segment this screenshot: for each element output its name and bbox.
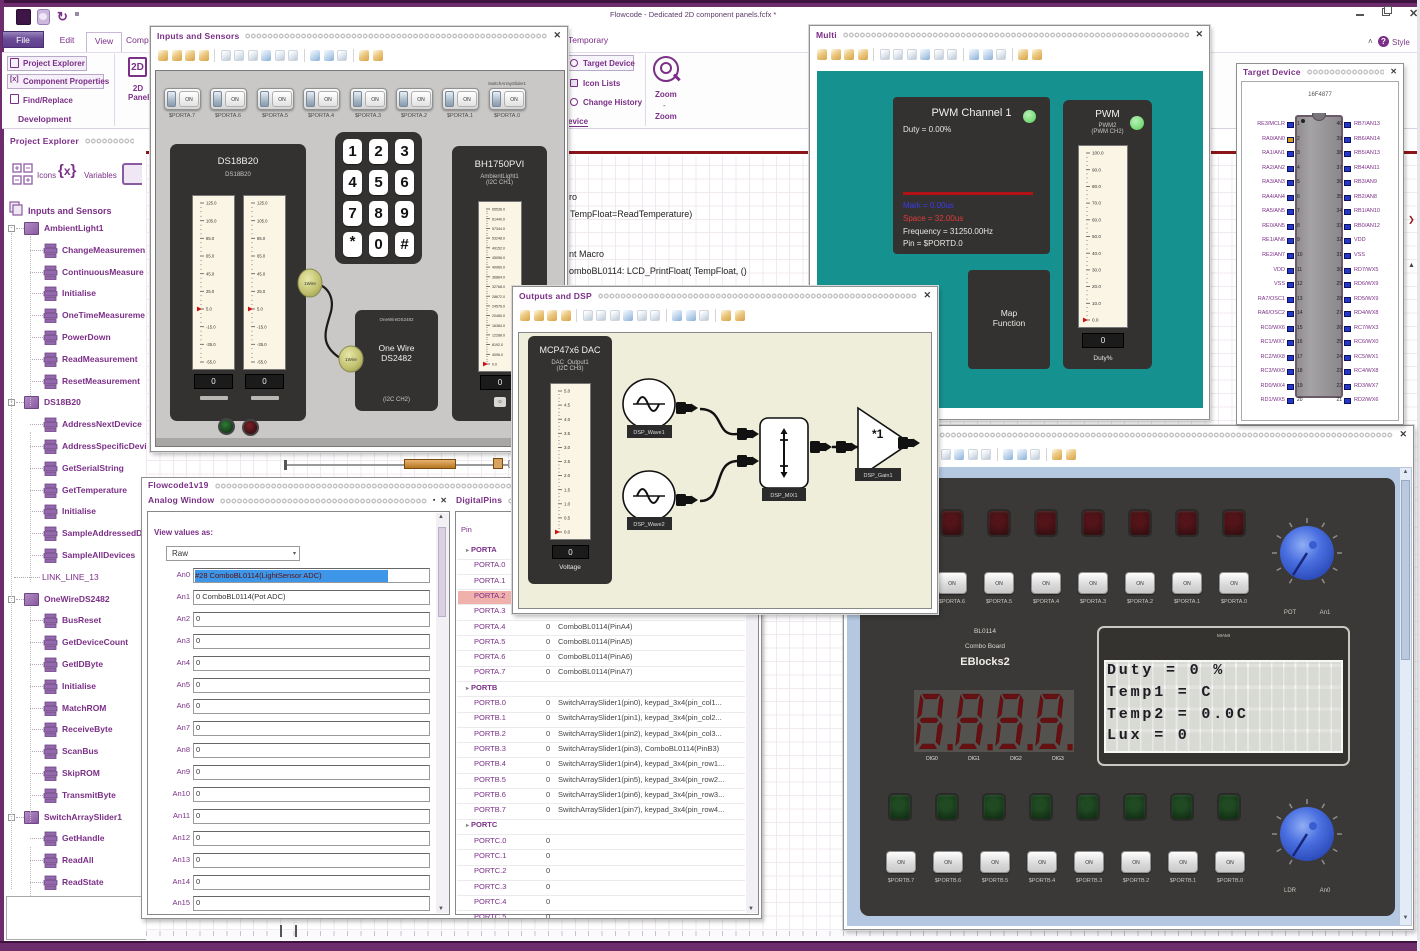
svg-text:60.0: 60.0 <box>1092 217 1101 222</box>
svg-text:100.0: 100.0 <box>1092 151 1104 156</box>
svg-text:DSP_MIX1: DSP_MIX1 <box>770 493 797 499</box>
svg-text:30.0: 30.0 <box>1092 268 1101 273</box>
svg-text:1Wire: 1Wire <box>345 357 357 362</box>
svg-text:0.0: 0.0 <box>1092 318 1099 323</box>
svg-text:*1: *1 <box>872 427 884 441</box>
svg-text:70.0: 70.0 <box>1092 201 1101 206</box>
svg-text:DSP_Wave2: DSP_Wave2 <box>633 522 664 528</box>
svg-text:80.0: 80.0 <box>1092 184 1101 189</box>
svg-text:DSP_Wave1: DSP_Wave1 <box>633 430 664 436</box>
svg-text:40.0: 40.0 <box>1092 251 1101 256</box>
svg-text:20.0: 20.0 <box>1092 284 1101 289</box>
svg-text:1Wire: 1Wire <box>304 281 316 286</box>
svg-text:10.0: 10.0 <box>1092 301 1101 306</box>
svg-text:90.0: 90.0 <box>1092 167 1101 172</box>
svg-text:DSP_Gain1: DSP_Gain1 <box>863 473 892 479</box>
svg-text:50.0: 50.0 <box>1092 234 1101 239</box>
